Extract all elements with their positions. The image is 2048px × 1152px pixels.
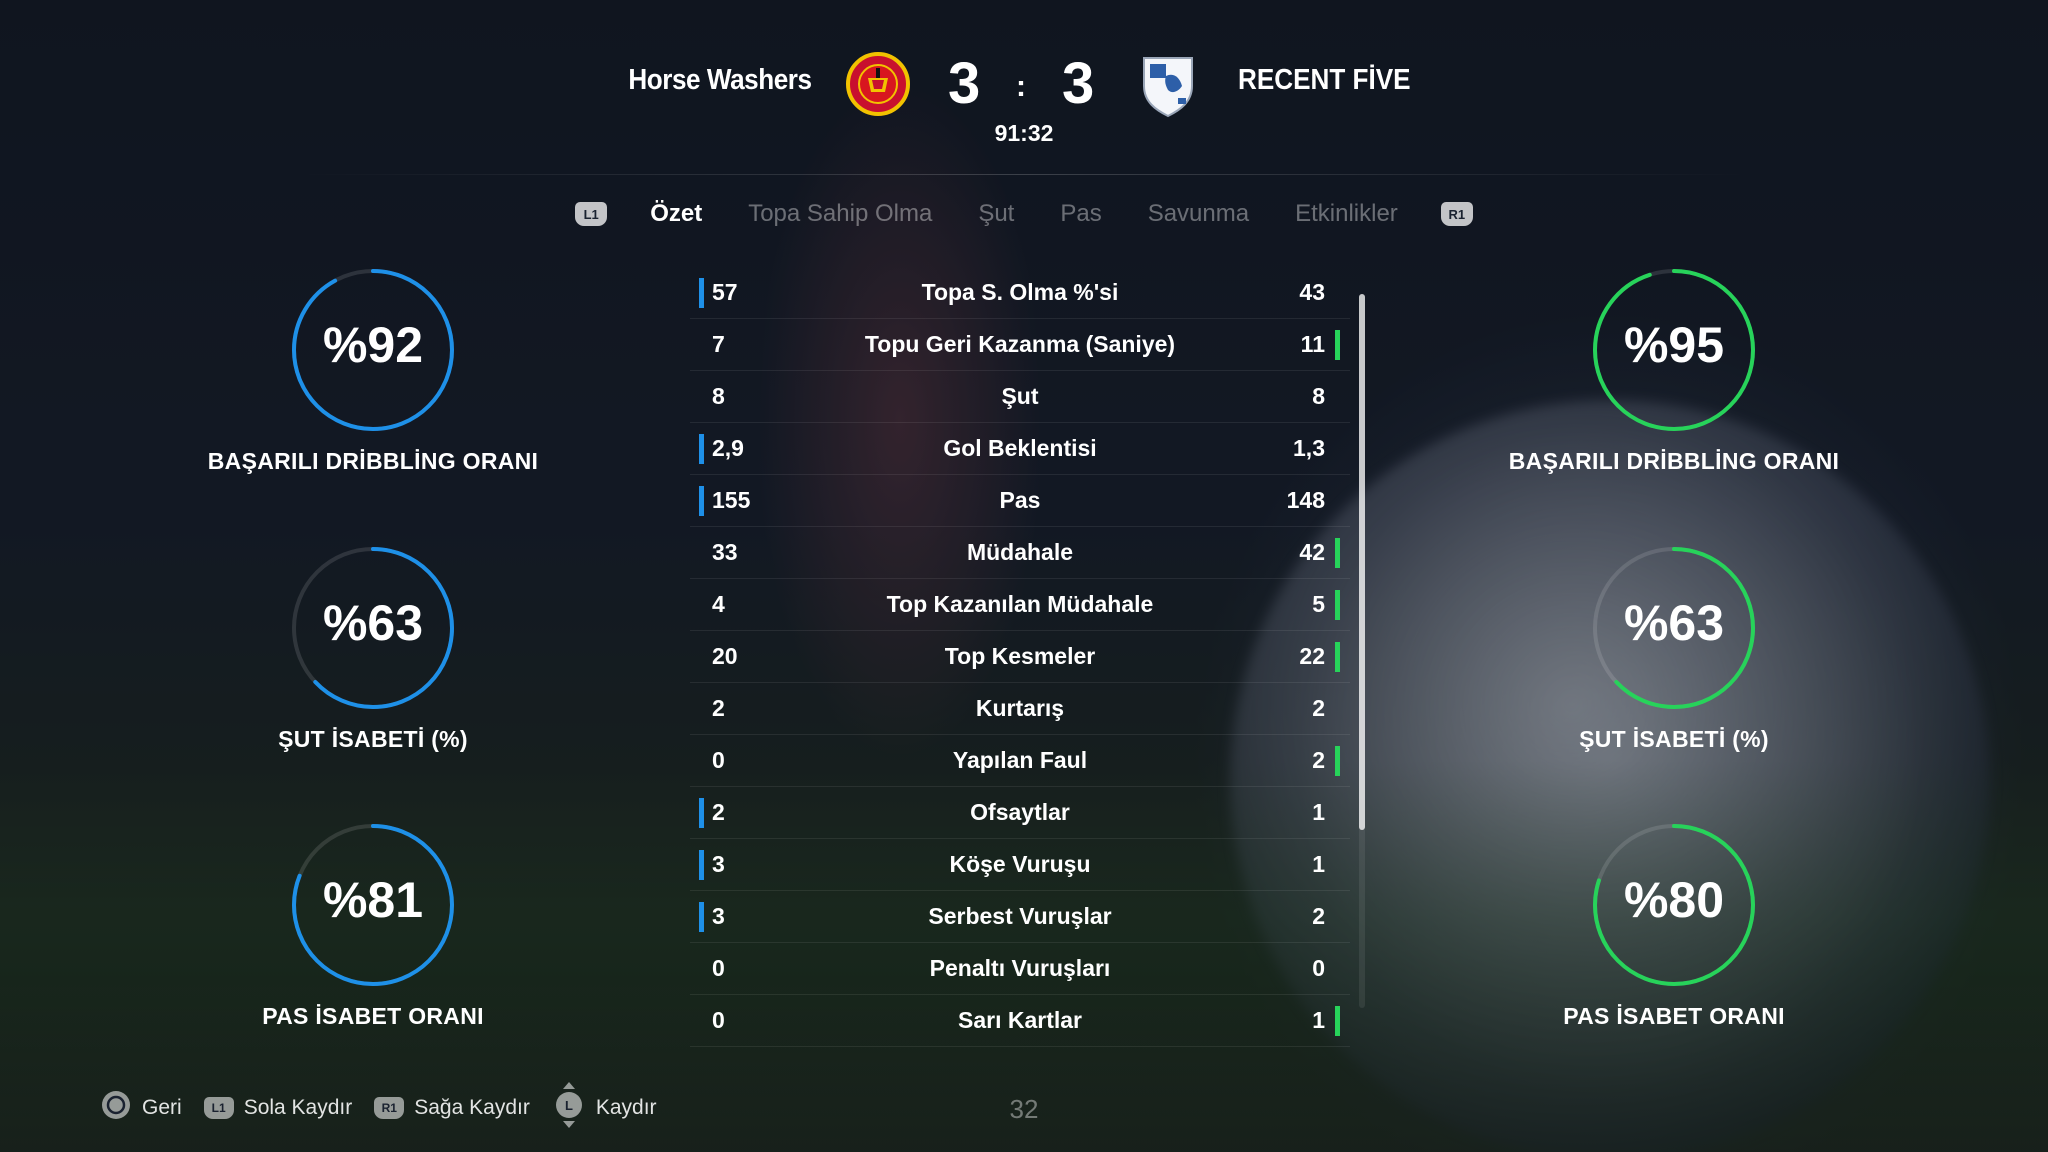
match-header: Horse Washers 3 : 3 RECENT FİVE 91:32 [0,40,2048,175]
stat-label: Köşe Vuruşu [949,851,1091,877]
tab-passing[interactable]: Pas [1060,200,1101,228]
away-lead-bar [1335,330,1340,360]
away-stat-value: 1,3 [1293,435,1325,461]
score-separator: : [1016,70,1026,103]
home-ring-label: BAŞARILI DRİBBLİNG ORANI [207,448,539,474]
stat-row: 2,9 Gol Beklentisi 1,3 [690,423,1350,475]
away-ring-value: %95 [1623,317,1725,373]
away-stat-value: 2 [1312,747,1325,773]
home-score: 3 [948,51,981,116]
away-ring-1: %95 BAŞARILI DRİBBLİNG ORANI [1464,266,1884,475]
away-lead-bar [1335,1006,1340,1036]
away-stat-value: 5 [1312,591,1325,617]
away-stat-value: 0 [1312,955,1325,981]
stat-label: Şut [1001,383,1039,409]
stat-label: Yapılan Faul [952,747,1088,773]
home-ring-value: %92 [322,317,424,373]
stat-label: Müdahale [966,539,1074,565]
stat-row: 7 Topu Geri Kazanma (Saniye) 11 [690,319,1350,371]
home-ring-label: PAS İSABET ORANI [262,1003,484,1029]
tab-possession[interactable]: Topa Sahip Olma [748,200,932,228]
tab-events[interactable]: Etkinlikler [1295,200,1398,228]
stat-row: 0 Sarı Kartlar 1 [690,995,1350,1047]
away-stat-value: 1 [1312,851,1325,877]
stats-scrollbar[interactable] [1359,294,1365,1008]
away-lead-bar [1335,538,1340,568]
away-stat-value: 2 [1312,903,1325,929]
r1-button-icon[interactable]: R1 [1440,202,1473,226]
stat-label: Gol Beklentisi [943,435,1097,461]
home-team-crest-icon [846,50,910,118]
away-ring-value: %80 [1623,872,1725,928]
stat-row: 3 Serbest Vuruşlar 2 [690,891,1350,943]
stat-label: Topa S. Olma %'si [921,279,1119,305]
stat-row: 33 Müdahale 42 [690,527,1350,579]
away-stat-value: 2 [1312,695,1325,721]
home-team-name: Horse Washers [628,64,813,96]
stat-row: 4 Top Kazanılan Müdahale 5 [690,579,1350,631]
tab-summary[interactable]: Özet [650,200,702,228]
stat-label: Serbest Vuruşlar [928,903,1112,929]
away-ring-label: PAS İSABET ORANI [1563,1003,1785,1029]
away-stat-value: 1 [1312,799,1325,825]
stats-table[interactable]: 57 Topa S. Olma %'si 43 7 Topu Geri Kazanma … [690,267,1350,1047]
away-stat-value: 22 [1299,643,1325,669]
page-number: 32 [1009,1094,1039,1124]
stat-row: 20 Top Kesmeler 22 [690,631,1350,683]
away-ring-2: %63 ŞUT İSABETİ (%) [1464,544,1884,753]
home-ring-1: %92 BAŞARILI DRİBBLİNG ORANI [163,266,583,475]
away-ring-value: %63 [1623,595,1725,651]
away-stat-value: 43 [1299,279,1325,305]
stat-label: Kurtarış [975,695,1065,721]
away-lead-bar [1335,590,1340,620]
away-stat-value: 42 [1299,539,1325,565]
stat-label: Top Kazanılan Müdahale [886,591,1154,617]
stat-row: 2 Ofsaytlar 1 [690,787,1350,839]
away-team-name: RECENT FİVE [1238,64,1411,96]
home-ring-value: %81 [322,872,424,928]
stat-label: Sarı Kartlar [957,1007,1082,1033]
stat-row: 57 Topa S. Olma %'si 43 [690,267,1350,319]
stat-label: Topu Geri Kazanma (Saniye) [864,331,1176,357]
home-ring-2: %63 ŞUT İSABETİ (%) [163,544,583,753]
away-stat-value: 1 [1312,1007,1325,1033]
away-score: 3 [1062,51,1095,116]
stat-row: 0 Penaltı Vuruşları 0 [690,943,1350,995]
stat-row: 3 Köşe Vuruşu 1 [690,839,1350,891]
match-clock: 91:32 [994,120,1054,146]
away-lead-bar [1335,642,1340,672]
away-ring-3: %80 PAS İSABET ORANI [1464,821,1884,1030]
stat-label: Ofsaytlar [970,799,1070,825]
stat-row: 2 Kurtarış 2 [690,683,1350,735]
stat-row: 155 Pas 148 [690,475,1350,527]
away-stat-value: 8 [1312,383,1325,409]
header-divider [300,174,1748,175]
away-ring-label: ŞUT İSABETİ (%) [1579,726,1769,752]
away-stat-value: 148 [1286,487,1325,513]
home-ring-label: ŞUT İSABETİ (%) [278,726,468,752]
stat-label: Penaltı Vuruşları [929,955,1111,981]
stat-row: 0 Yapılan Faul 2 [690,735,1350,787]
away-stat-value: 11 [1300,331,1325,357]
stat-row: 8 Şut 8 [690,371,1350,423]
stats-scrollbar-thumb[interactable] [1359,294,1365,830]
away-lead-bar [1335,746,1340,776]
tab-defending[interactable]: Savunma [1148,200,1249,228]
stat-label: Pas [999,487,1041,513]
l1-button-icon[interactable]: L1 [575,202,608,226]
home-ring-value: %63 [322,595,424,651]
home-ring-3: %81 PAS İSABET ORANI [163,821,583,1030]
stats-tab-bar: L1 Özet Topa Sahip Olma Şut Pas Savunma … [0,194,2048,234]
tab-shots[interactable]: Şut [978,200,1014,228]
stat-label: Top Kesmeler [944,643,1096,669]
away-team-crest-icon [1136,50,1200,118]
away-ring-label: BAŞARILI DRİBBLİNG ORANI [1508,448,1840,474]
